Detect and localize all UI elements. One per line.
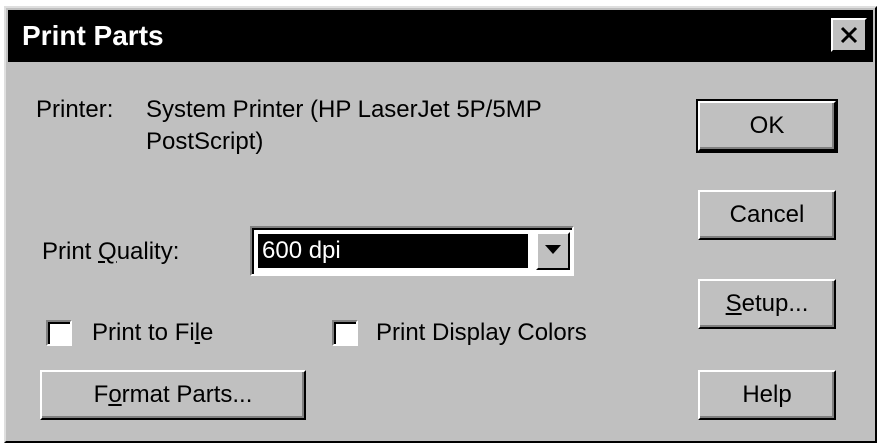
print-quality-selected-value: 600 dpi [257, 233, 529, 269]
print-parts-dialog: Print Parts Printer: System Printer (HP … [4, 6, 877, 443]
dialog-title: Print Parts [22, 20, 164, 51]
print-to-file-label[interactable]: Print to File [92, 319, 213, 347]
printer-name-line1: System Printer (HP LaserJet 5P/5MP [146, 96, 542, 123]
print-display-colors-label[interactable]: Print Display Colors [376, 319, 587, 347]
cancel-button[interactable]: Cancel [698, 190, 836, 240]
setup-button[interactable]: Setup... [698, 279, 836, 329]
title-bar[interactable]: Print Parts [8, 10, 873, 62]
close-icon [840, 26, 858, 44]
print-quality-label: Print Quality: [42, 238, 180, 265]
ok-button[interactable]: OK [696, 99, 838, 153]
print-display-colors-checkbox[interactable] [332, 320, 358, 346]
chevron-down-icon [545, 245, 561, 254]
printer-label: Printer: [36, 96, 114, 123]
print-quality-select[interactable]: 600 dpi [250, 226, 574, 276]
print-quality-dropdown-button[interactable] [536, 232, 570, 270]
format-parts-button[interactable]: Fo rmat Parts... [40, 370, 306, 420]
close-button[interactable] [831, 18, 867, 52]
printer-name-line2: PostScript) [146, 128, 264, 155]
print-to-file-checkbox[interactable] [46, 320, 72, 346]
help-button[interactable]: Help [698, 370, 836, 420]
